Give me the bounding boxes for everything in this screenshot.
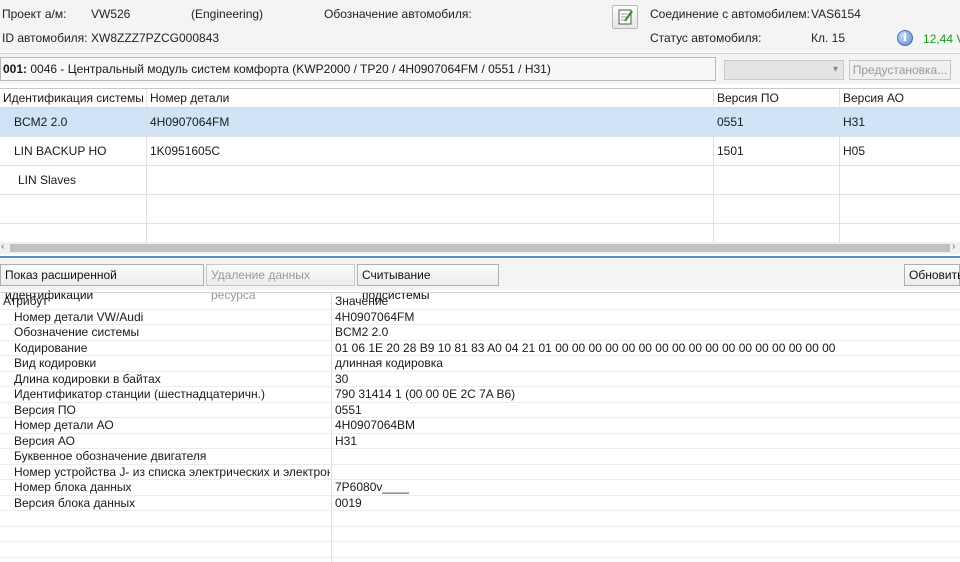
status-label: Статус автомобиля: bbox=[650, 31, 762, 45]
list-item[interactable] bbox=[0, 542, 960, 558]
attribute-value: BCM2 2.0 bbox=[335, 325, 389, 339]
list-item[interactable]: Номер детали АО 4H0907064BM bbox=[0, 418, 960, 434]
attribute-name: Версия АО bbox=[14, 433, 75, 448]
attribute-value: 01 06 1E 20 28 B9 10 81 83 A0 04 21 01 0… bbox=[335, 340, 836, 355]
module-variant-select[interactable]: ▾ bbox=[724, 60, 844, 80]
attribute-name: Обозначение системы bbox=[14, 325, 140, 339]
attribute-value: 790 31414 1 (00 00 0E 2C 7A B6) bbox=[335, 387, 516, 401]
cell-system-id: LIN BACKUP HO bbox=[14, 144, 107, 158]
action-toolbar: Показ расширенной идентификации Удаление… bbox=[0, 259, 960, 302]
table-row[interactable] bbox=[0, 195, 960, 224]
attribute-value: 0019 bbox=[335, 495, 362, 510]
attribute-name: Номер блока данных bbox=[14, 480, 132, 494]
edit-designation-button[interactable] bbox=[612, 5, 638, 29]
module-address: 001: bbox=[3, 62, 28, 76]
cell-sw-version: 0551 bbox=[717, 115, 744, 129]
table-row[interactable]: LIN BACKUP HO 1K0951605C 1501 H05 bbox=[0, 137, 960, 166]
info-icon[interactable]: i bbox=[897, 30, 913, 46]
col-value[interactable]: Значение bbox=[335, 294, 388, 309]
list-item[interactable]: Идентификатор станции (шестнадцатеричн.)… bbox=[0, 387, 960, 403]
cell-hw-version: H05 bbox=[843, 144, 866, 158]
cell-system-id: LIN Slaves bbox=[18, 173, 77, 187]
vin-value: XW8ZZZ7PZCG000843 bbox=[91, 31, 220, 45]
attribute-value: длинная кодировка bbox=[335, 356, 443, 370]
list-item[interactable]: Версия ПО 0551 bbox=[0, 402, 960, 418]
list-item[interactable]: Кодирование 01 06 1E 20 28 B9 10 81 83 A0… bbox=[0, 340, 960, 356]
list-item[interactable]: Длина кодировки в байтах 30 bbox=[0, 371, 960, 387]
attributes-table: Атрибут Значение Номер детали VW/Audi 4H0… bbox=[0, 292, 960, 562]
list-item[interactable]: Версия блока данных 0019 bbox=[0, 495, 960, 511]
edit-note-icon bbox=[618, 9, 633, 25]
list-item[interactable]: Буквенное обозначение двигателя bbox=[0, 449, 960, 465]
list-item[interactable]: Вид кодировки длинная кодировка bbox=[0, 356, 960, 372]
connection-value: VAS6154 bbox=[811, 7, 861, 21]
systems-table-header: Идентификация системы Номер детали Верси… bbox=[0, 89, 960, 108]
chevron-down-icon: ▾ bbox=[832, 64, 838, 75]
project-label: Проект а/м: bbox=[2, 7, 67, 21]
scrollbar-thumb[interactable] bbox=[10, 244, 950, 252]
attribute-name: Версия ПО bbox=[14, 402, 76, 417]
status-value: Кл. 15 bbox=[811, 31, 846, 45]
col-system-id[interactable]: Идентификация системы bbox=[3, 89, 144, 107]
attribute-name: Номер детали VW/Audi bbox=[14, 309, 144, 324]
attribute-value: 4H0907064FM bbox=[335, 309, 415, 324]
module-bar: 001: 0046 - Центральный модуль систем ко… bbox=[0, 53, 960, 84]
list-item[interactable]: Номер устройства J- из списка электричес… bbox=[0, 464, 960, 480]
attribute-value: 4H0907064BM bbox=[335, 418, 416, 432]
list-item[interactable]: Номер детали VW/Audi 4H0907064FM bbox=[0, 309, 960, 325]
attribute-name: Идентификатор станции (шестнадцатеричн.) bbox=[14, 387, 265, 401]
read-subsystem-button[interactable]: Считывание подсистемы bbox=[357, 264, 499, 302]
table-row[interactable] bbox=[0, 224, 960, 242]
project-mode: (Engineering) bbox=[191, 7, 264, 21]
vehicle-designation-label: Обозначение автомобиля: bbox=[324, 7, 472, 21]
battery-voltage: 12,44 V bbox=[923, 32, 960, 46]
attribute-name: Номер детали АО bbox=[14, 418, 114, 432]
systems-table: Идентификация системы Номер детали Верси… bbox=[0, 88, 960, 242]
list-item[interactable]: Обозначение системы BCM2 2.0 bbox=[0, 325, 960, 341]
cell-sw-version: 1501 bbox=[717, 144, 744, 158]
attribute-name: Вид кодировки bbox=[14, 356, 97, 370]
col-attribute[interactable]: Атрибут bbox=[3, 294, 48, 309]
attribute-value: 7P6080v____ bbox=[335, 480, 410, 494]
attribute-value: H31 bbox=[335, 433, 358, 448]
cell-system-id: BCM2 2.0 bbox=[14, 115, 68, 129]
cell-hw-version: H31 bbox=[843, 115, 866, 129]
module-description-box: 001: 0046 - Центральный модуль систем ко… bbox=[0, 57, 716, 81]
connection-label: Соединение с автомобилем: bbox=[650, 7, 811, 21]
table-row[interactable]: BCM2 2.0 4H0907064FM 0551 H31 bbox=[0, 108, 960, 137]
col-hw-version[interactable]: Версия АО bbox=[843, 89, 904, 107]
attribute-name: Номер устройства J- из списка электричес… bbox=[14, 464, 330, 479]
col-part-number[interactable]: Номер детали bbox=[150, 89, 229, 107]
preset-button[interactable]: Предустановка... bbox=[849, 60, 951, 80]
attributes-table-header: Атрибут Значение bbox=[0, 294, 960, 310]
list-item[interactable] bbox=[0, 558, 960, 562]
cell-part-number: 4H0907064FM bbox=[150, 115, 230, 129]
pane-splitter[interactable] bbox=[0, 256, 960, 258]
list-item[interactable] bbox=[0, 527, 960, 542]
vehicle-header: Проект а/м: VW526 (Engineering) Обозначе… bbox=[0, 0, 960, 52]
attribute-name: Кодирование bbox=[14, 340, 88, 355]
cell-part-number: 1K0951605C bbox=[150, 144, 221, 158]
list-item[interactable]: Номер блока данных 7P6080v____ bbox=[0, 480, 960, 496]
project-value: VW526 bbox=[91, 7, 131, 21]
list-item[interactable]: Версия АО H31 bbox=[0, 433, 960, 449]
attribute-name: Длина кодировки в байтах bbox=[14, 371, 161, 386]
scroll-right-icon[interactable]: › bbox=[952, 241, 955, 252]
vin-label: ID автомобиля: bbox=[2, 31, 88, 45]
scroll-left-icon[interactable]: ‹ bbox=[1, 241, 4, 252]
module-description: 0046 - Центральный модуль систем комфорт… bbox=[30, 62, 551, 76]
refresh-button[interactable]: Обновить bbox=[904, 264, 960, 286]
horizontal-scrollbar[interactable]: ‹ › bbox=[0, 241, 960, 254]
list-item[interactable] bbox=[0, 511, 960, 527]
table-row[interactable]: LIN Slaves bbox=[0, 166, 960, 195]
delete-resource-button[interactable]: Удаление данных ресурса bbox=[206, 264, 355, 302]
attribute-name: Версия блока данных bbox=[14, 495, 136, 510]
attribute-value: 30 bbox=[335, 371, 349, 386]
attribute-name: Буквенное обозначение двигателя bbox=[14, 449, 207, 463]
attribute-value: 0551 bbox=[335, 402, 362, 417]
col-sw-version[interactable]: Версия ПО bbox=[717, 89, 779, 107]
extended-id-button[interactable]: Показ расширенной идентификации bbox=[0, 264, 204, 302]
